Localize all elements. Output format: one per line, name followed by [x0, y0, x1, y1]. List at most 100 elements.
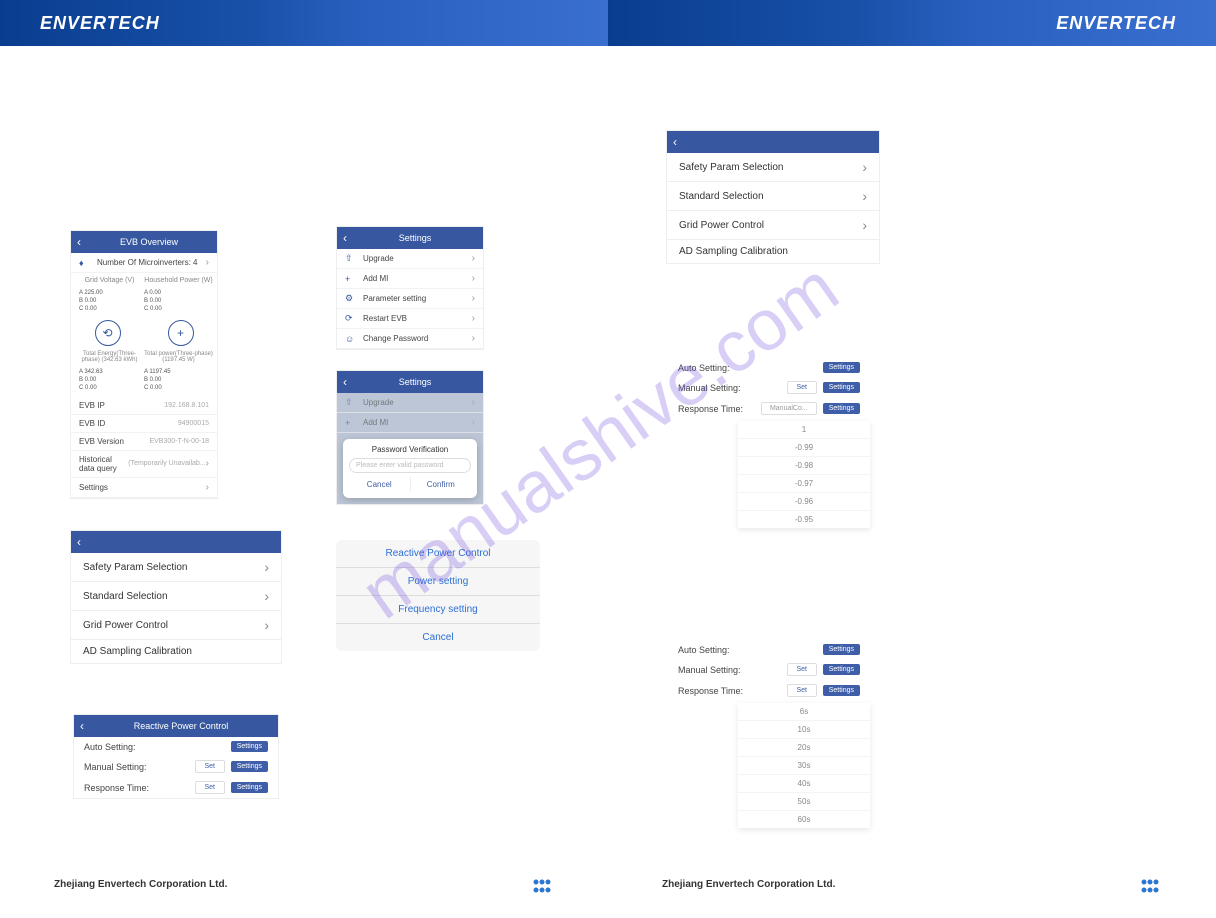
settings-row[interactable]: Settings›: [71, 478, 217, 498]
shot-rpc-time: Auto Setting: Settings Manual Setting: S…: [668, 640, 870, 828]
auto-setting-row: Auto Setting: Settings: [74, 737, 278, 756]
auto-setting-row: Auto Setting: Settings: [668, 640, 870, 659]
device-icon: ♦: [79, 258, 91, 268]
settings-button[interactable]: Settings: [231, 761, 268, 772]
settings-button[interactable]: Settings: [823, 664, 860, 675]
time-dropdown[interactable]: 6s 10s 20s 30s 40s 50s 60s: [738, 703, 870, 828]
back-icon[interactable]: ‹: [673, 135, 677, 149]
settings-button[interactable]: Settings: [823, 685, 860, 696]
page-title: Reactive Power Control: [90, 721, 272, 731]
manualco-pill[interactable]: ManualCo...: [761, 402, 817, 415]
upgrade-row: ⇧Upgrade›: [337, 393, 483, 413]
set-pill[interactable]: Set: [195, 760, 225, 773]
standard-sel-row[interactable]: Standard Selection›: [71, 582, 281, 611]
chevron-right-icon: ›: [862, 159, 867, 175]
evb-id-row: EVB ID94900015: [71, 415, 217, 433]
chevron-right-icon: ›: [206, 458, 209, 469]
shot-safety-list-2: ‹ Safety Param Selection› Standard Selec…: [666, 130, 880, 264]
cancel-button[interactable]: Cancel: [349, 477, 411, 492]
addmi-row[interactable]: +Add MI›: [337, 269, 483, 289]
chevron-right-icon: ›: [264, 588, 269, 604]
back-icon[interactable]: ‹: [77, 235, 81, 249]
response-time-row: Response Time: ManualCo... Settings: [668, 398, 870, 419]
page-title: Settings: [353, 233, 477, 243]
footer-text: Zhejiang Envertech Corporation Ltd.: [54, 879, 227, 890]
footer-icon: [530, 878, 554, 896]
user-icon: ☺: [345, 334, 357, 344]
settings-button[interactable]: Settings: [231, 782, 268, 793]
ad-sampling-row[interactable]: AD Sampling Calibration: [71, 640, 281, 663]
plus-icon: +: [345, 274, 357, 284]
restart-row[interactable]: ⟳Restart EVB›: [337, 309, 483, 329]
back-icon[interactable]: ‹: [77, 535, 81, 549]
chevron-right-icon: ›: [206, 257, 209, 268]
standard-sel-row[interactable]: Standard Selection›: [667, 182, 879, 211]
shot-settings: ‹ Settings ⇧Upgrade› +Add MI› ⚙Parameter …: [336, 226, 484, 350]
settings-button[interactable]: Settings: [823, 403, 860, 414]
refresh-button[interactable]: ⟲: [95, 320, 121, 346]
chevron-right-icon: ›: [206, 482, 209, 493]
chevron-right-icon: ›: [862, 217, 867, 233]
footer-text: Zhejiang Envertech Corporation Ltd.: [662, 879, 835, 890]
sheet-reactive[interactable]: Reactive Power Control: [336, 540, 540, 568]
grid-voltage-label: Grid Voltage (V): [75, 277, 144, 284]
settings-button[interactable]: Settings: [823, 362, 860, 373]
gear-icon: ⚙: [345, 293, 357, 304]
safety-param-row[interactable]: Safety Param Selection›: [667, 153, 879, 182]
reset-icon: ⟳: [345, 313, 357, 324]
manual-setting-row: Manual Setting: Set Settings: [668, 659, 870, 680]
sheet-cancel[interactable]: Cancel: [336, 624, 540, 651]
settings-button[interactable]: Settings: [231, 741, 268, 752]
addmi-row: +Add MI›: [337, 413, 483, 433]
password-input[interactable]: Please enter valid password: [349, 458, 471, 473]
modal-title: Password Verification: [349, 445, 471, 454]
back-icon[interactable]: ‹: [343, 375, 347, 389]
safety-param-row[interactable]: Safety Param Selection›: [71, 553, 281, 582]
set-pill[interactable]: Set: [787, 663, 817, 676]
total-power-label: Total power(Three-phase) (1197.45 W): [144, 351, 213, 363]
shot-settings-modal: ‹ Settings ⇧Upgrade› +Add MI› Password Ve…: [336, 370, 484, 505]
set-pill[interactable]: Set: [787, 684, 817, 697]
evb-ip-row: EVB IP192.168.8.101: [71, 397, 217, 415]
settings-button[interactable]: Settings: [823, 382, 860, 393]
confirm-button[interactable]: Confirm: [411, 477, 472, 492]
page-title: Settings: [353, 377, 477, 387]
shot-evb-overview: ‹ EVB Overview ♦ Number Of Microinverter…: [70, 230, 218, 499]
evb-version-row: EVB VersionEVB300-T-N-00-18: [71, 433, 217, 451]
factor-dropdown[interactable]: 1 -0.99 -0.98 -0.97 -0.96 -0.95: [738, 421, 870, 528]
param-row[interactable]: ⚙Parameter setting›: [337, 289, 483, 309]
hist-row[interactable]: Historical data query(Temporarily Unavai…: [71, 451, 217, 478]
settings-button[interactable]: Settings: [823, 644, 860, 655]
set-pill[interactable]: Set: [787, 381, 817, 394]
page-title: EVB Overview: [87, 237, 211, 247]
chevron-right-icon: ›: [264, 617, 269, 633]
shot-header: ‹ EVB Overview: [71, 231, 217, 253]
grid-power-row[interactable]: Grid Power Control›: [667, 211, 879, 240]
manual-setting-row: Manual Setting: Set Settings: [74, 756, 278, 777]
grid-power-row[interactable]: Grid Power Control›: [71, 611, 281, 640]
upgrade-row[interactable]: ⇧Upgrade›: [337, 249, 483, 269]
chevron-right-icon: ›: [264, 559, 269, 575]
response-time-row: Response Time: Set Settings: [668, 680, 870, 701]
sheet-frequency[interactable]: Frequency setting: [336, 596, 540, 624]
auto-setting-row: Auto Setting: Settings: [668, 358, 870, 377]
upload-icon: ⇧: [345, 253, 357, 264]
back-icon[interactable]: ‹: [343, 231, 347, 245]
chevron-right-icon: ›: [862, 188, 867, 204]
household-power-label: Household Power (W): [144, 277, 213, 284]
password-modal: Password Verification Please enter valid…: [343, 439, 477, 498]
sheet-power[interactable]: Power setting: [336, 568, 540, 596]
response-time-row: Response Time: Set Settings: [74, 777, 278, 798]
plus-button[interactable]: +: [168, 320, 194, 346]
shot-safety-list: ‹ Safety Param Selection› Standard Selec…: [70, 530, 282, 664]
back-icon[interactable]: ‹: [80, 719, 84, 733]
microinverters-row[interactable]: ♦ Number Of Microinverters: 4 ›: [71, 253, 217, 273]
shot-rpc: ‹ Reactive Power Control Auto Setting: Se…: [73, 714, 279, 799]
shot-rpc-factor: Auto Setting: Settings Manual Setting: S…: [668, 358, 870, 528]
action-sheet: Reactive Power Control Power setting Fre…: [336, 540, 540, 651]
ad-sampling-row[interactable]: AD Sampling Calibration: [667, 240, 879, 263]
changepw-row[interactable]: ☺Change Password›: [337, 329, 483, 349]
set-pill[interactable]: Set: [195, 781, 225, 794]
manual-setting-row: Manual Setting: Set Settings: [668, 377, 870, 398]
footer-icon: [1138, 878, 1162, 896]
